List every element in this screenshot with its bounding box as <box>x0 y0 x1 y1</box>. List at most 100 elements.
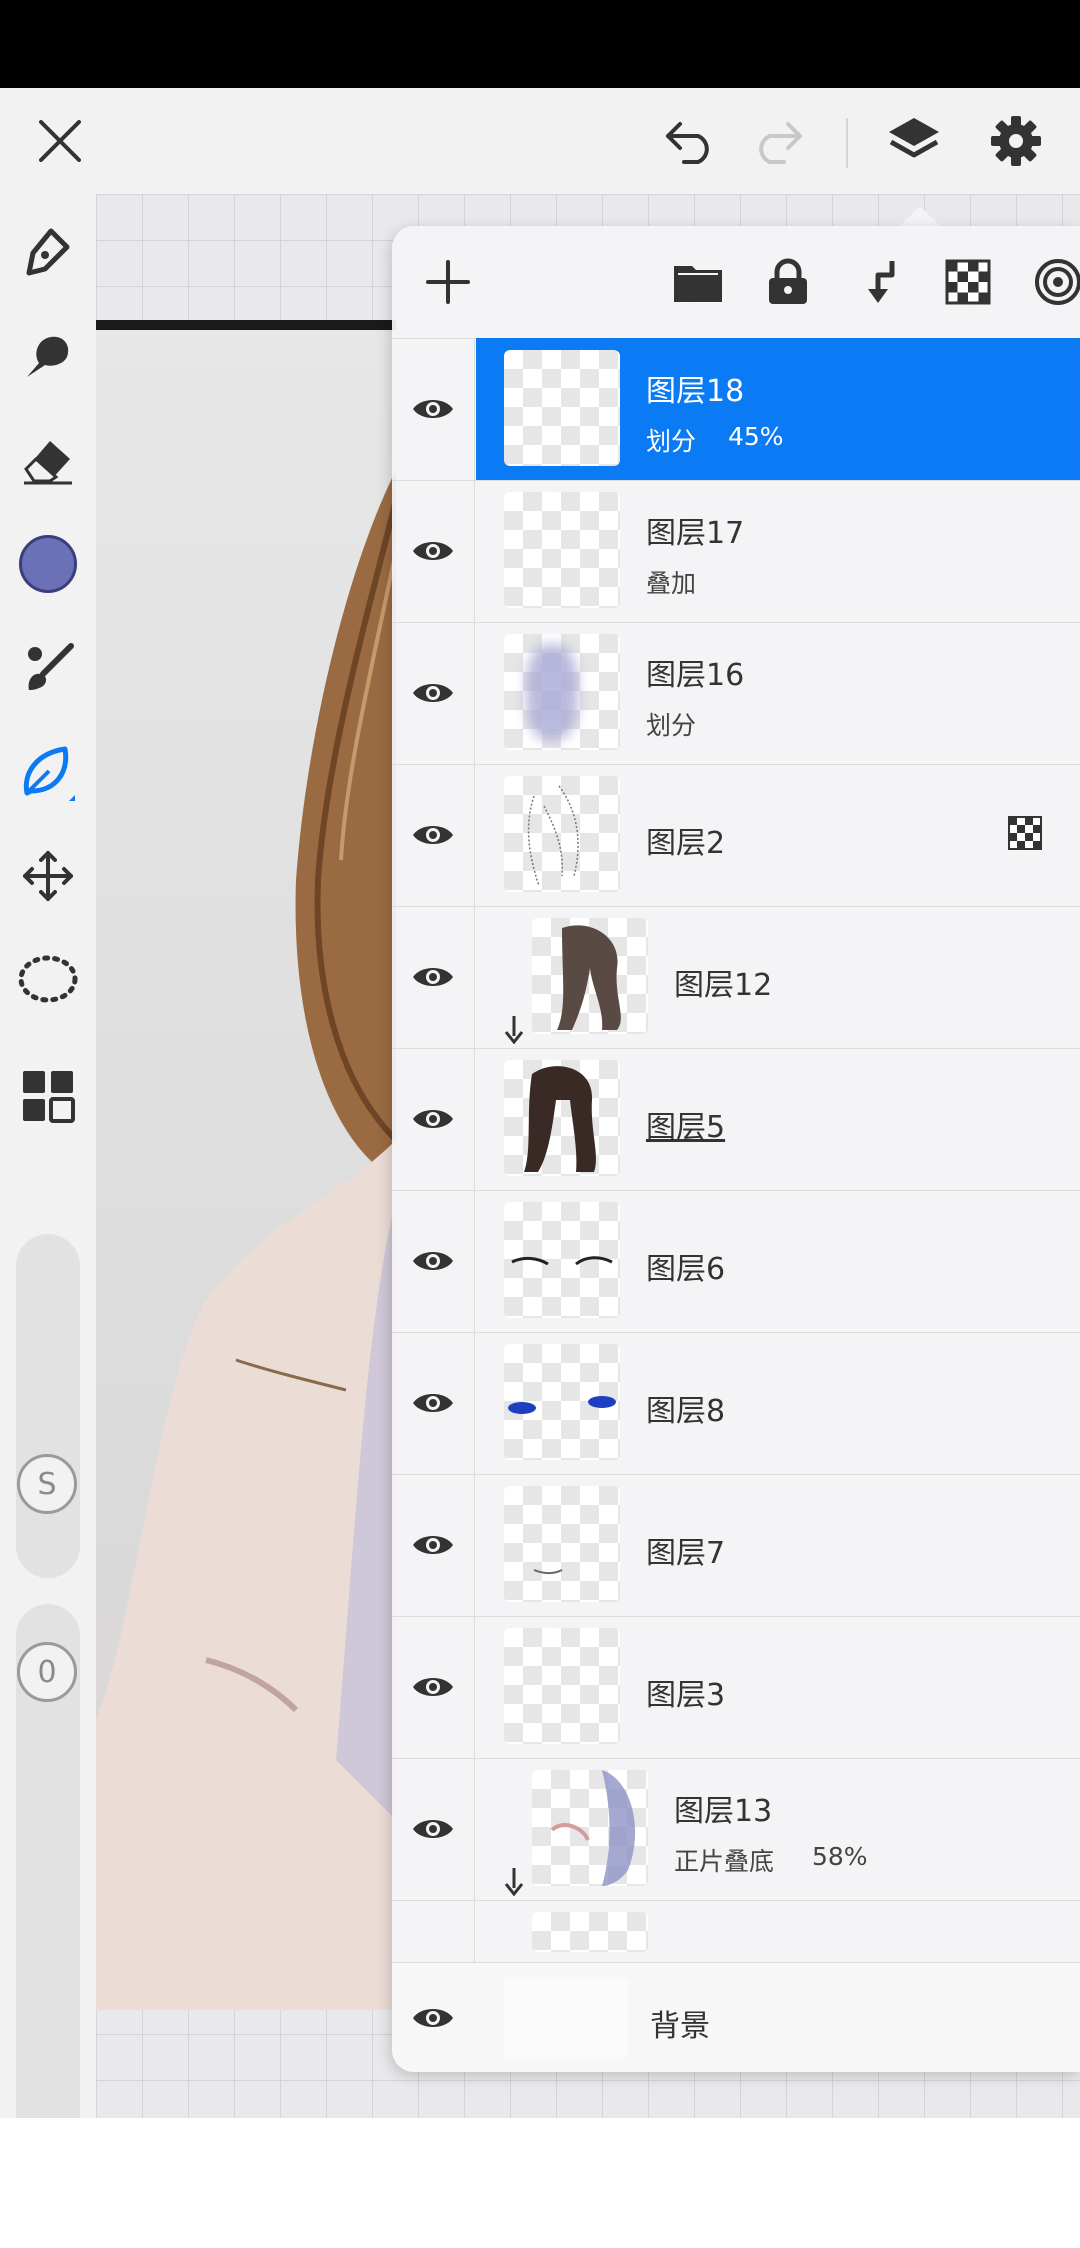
eye-icon <box>413 1110 453 1128</box>
thumbnail-hair-dark <box>524 1066 596 1172</box>
new-group-button[interactable] <box>658 242 738 322</box>
bottom-area <box>0 2118 1080 2248</box>
layer-row[interactable]: 图层18 划分 45% <box>392 338 1080 481</box>
layer-visibility-toggle[interactable] <box>392 1616 474 1758</box>
add-layer-button[interactable] <box>408 242 488 322</box>
thumbnail-eyes <box>511 1256 613 1266</box>
layer-thumbnail <box>504 1344 620 1460</box>
gallery-tool[interactable] <box>0 1056 96 1136</box>
eye-icon <box>413 968 453 986</box>
layer-thumbnail <box>504 776 620 892</box>
leaf-tool[interactable] <box>0 732 96 812</box>
layer-visibility-toggle[interactable] <box>392 1758 474 1900</box>
layer-visibility-toggle[interactable] <box>392 764 474 906</box>
thumbnail-blur-shape <box>526 644 578 740</box>
layer-blend-mode: 正片叠底 <box>674 1847 775 1876</box>
eye-icon <box>413 826 453 844</box>
lock-icon <box>769 258 807 304</box>
settings-button[interactable] <box>976 88 1056 194</box>
folder-icon <box>674 266 722 302</box>
layer-visibility-toggle[interactable] <box>392 622 474 764</box>
redo-button[interactable] <box>738 88 818 194</box>
alpha-lock-icon <box>945 259 991 305</box>
eye-icon <box>413 684 453 702</box>
pen-tool[interactable] <box>0 212 96 292</box>
layer-name: 图层13 <box>674 1794 773 1829</box>
eye-icon <box>413 1252 453 1270</box>
layer-visibility-toggle[interactable] <box>392 480 474 622</box>
toolbar-separator <box>846 118 848 168</box>
eraser-tool[interactable] <box>0 420 96 500</box>
lasso-icon <box>18 955 78 1003</box>
reference-button[interactable] <box>1018 242 1080 322</box>
layer-row-partial[interactable] <box>392 1900 1080 1952</box>
close-button[interactable] <box>20 88 100 194</box>
opacity-slider-handle[interactable]: 0 <box>17 1642 77 1702</box>
layer-visibility-toggle[interactable] <box>392 338 474 480</box>
layer-row[interactable]: 图层8 <box>392 1332 1080 1475</box>
color-swatch <box>19 535 77 593</box>
layer-opacity: 45% <box>728 422 784 451</box>
layer-name: 图层5 <box>646 1110 726 1145</box>
size-slider-handle[interactable]: S <box>17 1454 77 1514</box>
layer-name: 图层12 <box>674 968 773 1003</box>
thumbnail-mouth <box>533 1569 563 1574</box>
layer-visibility-toggle[interactable] <box>392 1190 474 1332</box>
move-tool[interactable] <box>0 836 96 916</box>
close-icon <box>39 120 81 162</box>
layer-visibility-toggle[interactable] <box>392 1474 474 1616</box>
clipping-mask-arrow <box>504 1016 524 1044</box>
smudge-tool[interactable] <box>0 316 96 396</box>
layer-name: 图层18 <box>646 374 745 409</box>
layer-thumbnail <box>504 634 620 750</box>
merge-down-button[interactable] <box>838 242 918 322</box>
alpha-lock-icon <box>1008 816 1042 850</box>
add-layer-icon <box>426 260 470 304</box>
eye-icon <box>413 542 453 560</box>
background-layer-row[interactable]: 背景 <box>392 1962 1080 2072</box>
layer-thumbnail <box>504 350 620 466</box>
layer-row[interactable]: 图层16 划分 <box>392 622 1080 765</box>
undo-button[interactable] <box>650 88 730 194</box>
layer-row[interactable]: 图层2 <box>392 764 1080 907</box>
top-toolbar <box>0 88 1080 194</box>
layer-row[interactable]: 图层17 叠加 <box>392 480 1080 623</box>
layer-row[interactable]: 图层12 <box>392 906 1080 1049</box>
layers-button[interactable] <box>874 88 954 194</box>
layer-thumbnail <box>532 1770 648 1886</box>
layer-thumbnail <box>504 1628 620 1744</box>
eye-icon <box>413 1394 453 1412</box>
layer-visibility-toggle[interactable] <box>392 906 474 1048</box>
brush-size-slider[interactable] <box>16 1234 80 1578</box>
layers-icon <box>889 118 939 158</box>
lock-layer-button[interactable] <box>748 242 828 322</box>
layer-thumbnail <box>532 918 648 1034</box>
layer-visibility-toggle[interactable] <box>392 1963 474 2072</box>
layer-row[interactable]: 图层13 正片叠底 58% <box>392 1758 1080 1901</box>
layer-row[interactable]: 图层3 <box>392 1616 1080 1759</box>
opacity-label: 0 <box>37 1654 57 1690</box>
layer-row[interactable]: 图层5 <box>392 1048 1080 1191</box>
grid-icon <box>23 1071 75 1123</box>
artwork-canvas[interactable] <box>96 320 396 2010</box>
layer-name: 图层7 <box>646 1536 726 1571</box>
brush-icon <box>28 643 74 690</box>
background-layer-label: 背景 <box>650 2009 710 2044</box>
brush-tool[interactable] <box>0 628 96 708</box>
layer-visibility-toggle[interactable] <box>392 1332 474 1474</box>
layer-row[interactable]: 图层6 <box>392 1190 1080 1333</box>
alpha-lock-button[interactable] <box>928 242 1008 322</box>
layer-row[interactable]: 图层7 <box>392 1474 1080 1617</box>
clipping-mask-arrow <box>504 1868 524 1896</box>
layer-blend-mode: 叠加 <box>646 569 697 598</box>
layer-thumbnail <box>504 1486 620 1602</box>
status-bar <box>0 0 1080 88</box>
layers-panel-header <box>392 226 1080 339</box>
layer-name: 图层3 <box>646 1678 726 1713</box>
panel-pointer <box>898 206 942 228</box>
layer-name: 图层16 <box>646 658 745 693</box>
color-picker[interactable] <box>0 524 96 604</box>
layer-visibility-toggle[interactable] <box>392 1048 474 1190</box>
undo-icon <box>666 122 709 164</box>
lasso-tool[interactable] <box>0 940 96 1020</box>
